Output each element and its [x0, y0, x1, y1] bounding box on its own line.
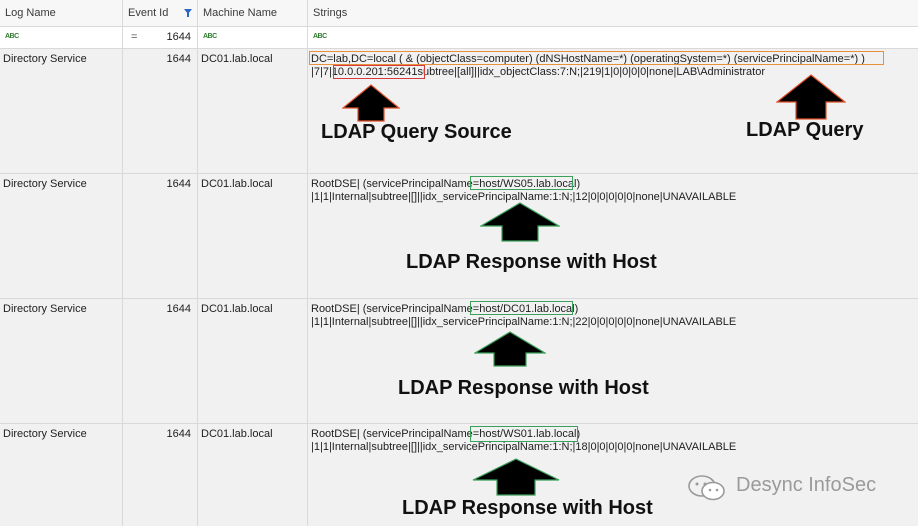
annotation-label: LDAP Query [746, 119, 864, 141]
query-source-ip: 10.0.0.201:56241 [331, 66, 418, 78]
annotation-label: LDAP Response with Host [402, 497, 653, 519]
up-arrow-icon [472, 458, 560, 496]
strings-line-2: |1|1|Internal|subtree|[]||idx_servicePri… [311, 316, 737, 328]
table-row[interactable]: Directory Service 1644 DC01.lab.local Ro… [0, 174, 918, 299]
column-header-strings[interactable]: Strings [308, 0, 918, 26]
up-arrow-icon [474, 331, 546, 367]
machine-name-cell: DC01.lab.local [198, 49, 308, 173]
up-arrow-icon [342, 84, 400, 122]
text-filter-icon: ABC [203, 33, 217, 40]
column-header-event-id[interactable]: Event Id [123, 0, 198, 26]
watermark-text: Desync InfoSec [736, 474, 877, 496]
text-filter-icon: ABC [313, 33, 327, 40]
up-arrow-icon [480, 202, 560, 242]
strings-line-1: RootDSE| (servicePrincipalName=host/WS05… [311, 178, 581, 190]
log-name-cell: Directory Service [0, 424, 123, 526]
host-value: host/DC01.lab.local) [479, 303, 579, 315]
strings-line-2: |1|1|Internal|subtree|[]||idx_servicePri… [311, 441, 737, 453]
annotation-label: LDAP Query Source [321, 121, 512, 143]
grid-header: Log Name Event Id Machine Name Strings [0, 0, 918, 27]
strings-line-2: |7|7|10.0.0.201:56241subtree|[all]||idx_… [311, 66, 766, 78]
strings-cell: RootDSE| (servicePrincipalName=host/WS05… [308, 174, 918, 298]
filter-cell-machine-name[interactable]: ABC [198, 27, 308, 48]
machine-name-cell: DC01.lab.local [198, 299, 308, 423]
filter-icon-stem [187, 13, 189, 17]
filter-row: ABC = 1644 ABC ABC [0, 27, 918, 49]
column-header-log-name[interactable]: Log Name [0, 0, 123, 26]
host-value: host/WS01.lab.local) [479, 428, 581, 440]
equals-operator-icon: = [131, 31, 138, 43]
event-id-cell: 1644 [123, 174, 198, 298]
text-filter-icon: ABC [5, 33, 19, 40]
log-name-cell: Directory Service [0, 174, 123, 298]
wechat-icon [688, 475, 725, 501]
event-id-cell: 1644 [123, 49, 198, 173]
log-name-cell: Directory Service [0, 299, 123, 423]
filter-cell-strings[interactable]: ABC [308, 27, 918, 48]
machine-name-cell: DC01.lab.local [198, 174, 308, 298]
strings-cell: RootDSE| (servicePrincipalName=host/DC01… [308, 299, 918, 423]
annotation-label: LDAP Response with Host [398, 377, 649, 399]
event-id-cell: 1644 [123, 299, 198, 423]
machine-name-cell: DC01.lab.local [198, 424, 308, 526]
host-value: host/WS05.lab.local) [479, 178, 581, 190]
filter-cell-event-id[interactable]: = 1644 [123, 27, 198, 48]
annotation-label: LDAP Response with Host [406, 251, 657, 273]
strings-line-1: DC=lab,DC=local ( & (objectClass=compute… [311, 53, 865, 65]
table-row[interactable]: Directory Service 1644 DC01.lab.local Ro… [0, 299, 918, 424]
event-id-filter-value: 1644 [166, 31, 191, 43]
log-name-cell: Directory Service [0, 49, 123, 173]
up-arrow-icon [776, 74, 846, 120]
event-id-cell: 1644 [123, 424, 198, 526]
filter-cell-log-name[interactable]: ABC [0, 27, 123, 48]
strings-line-1: RootDSE| (servicePrincipalName=host/DC01… [311, 303, 579, 315]
column-header-machine-name[interactable]: Machine Name [198, 0, 308, 26]
strings-line-1: RootDSE| (servicePrincipalName=host/WS01… [311, 428, 581, 440]
